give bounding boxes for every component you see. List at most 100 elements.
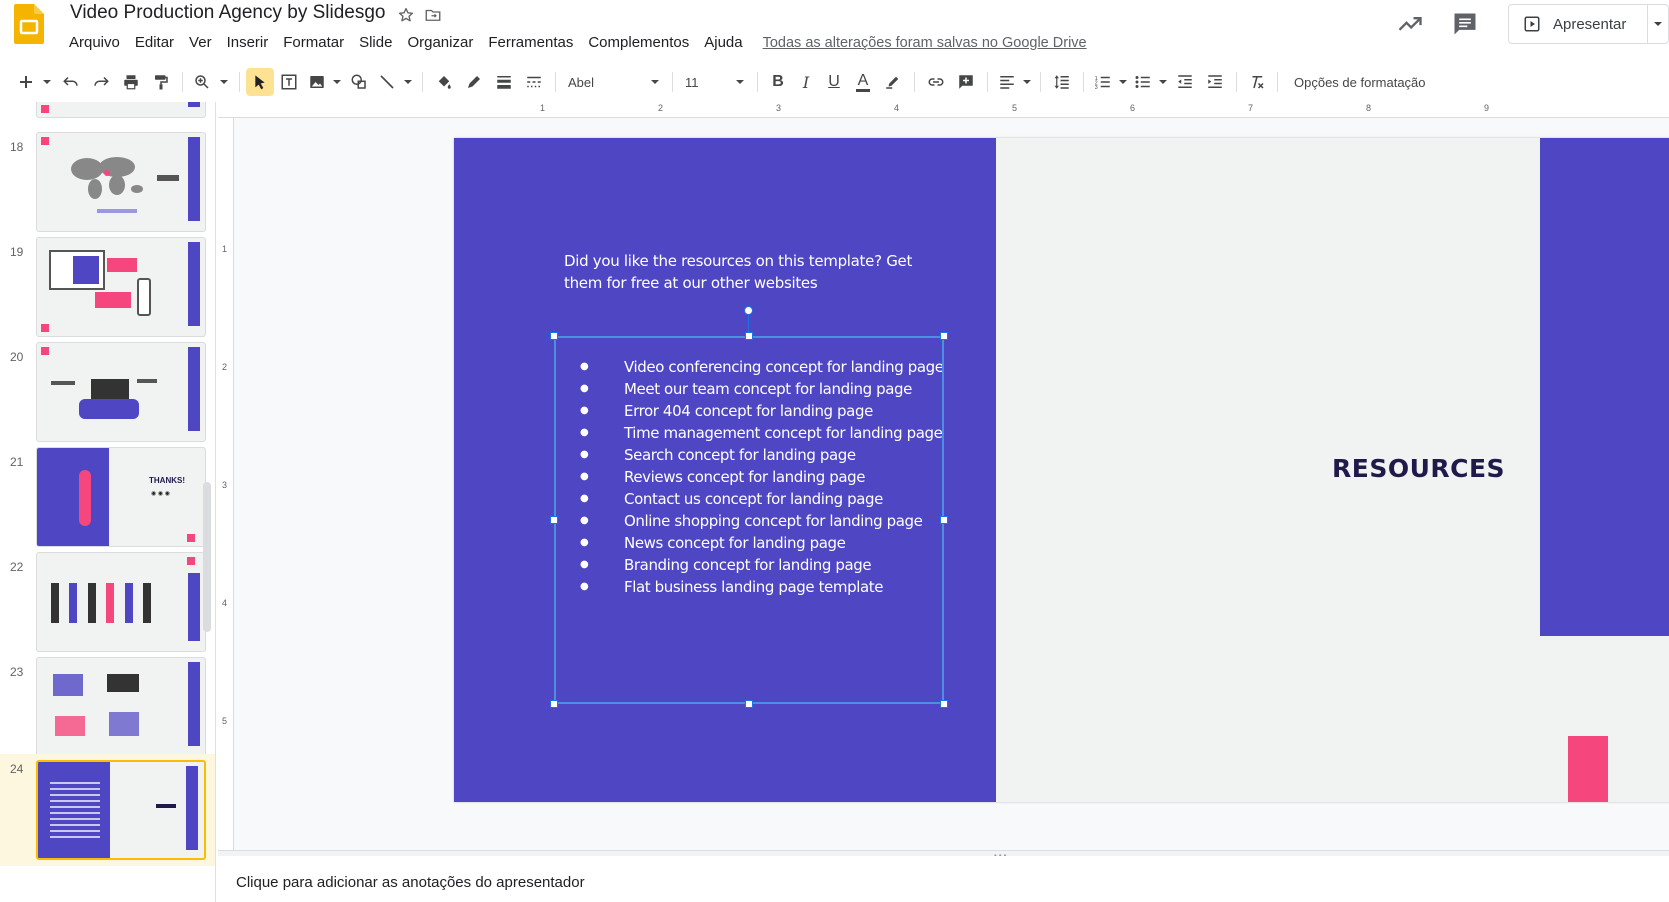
- slide-thumbnail-20[interactable]: 20: [0, 342, 215, 454]
- slides-logo-icon[interactable]: [14, 4, 44, 44]
- fill-color-icon[interactable]: [429, 68, 459, 96]
- star-icon[interactable]: [397, 6, 415, 24]
- document-title[interactable]: Video Production Agency by Slidesgo: [70, 2, 385, 24]
- slide-thumbnail-18[interactable]: 18: [0, 132, 215, 244]
- font-family-select[interactable]: Abel: [562, 68, 666, 96]
- filmstrip-scrollbar[interactable]: [203, 482, 211, 632]
- menu-ver[interactable]: Ver: [182, 32, 220, 56]
- slide-number: 23: [10, 665, 24, 679]
- numbered-list-chevron-down-icon[interactable]: [1116, 68, 1130, 96]
- menu-slide[interactable]: Slide: [352, 32, 400, 56]
- slides-editor: Video Production Agency by Slidesgo Arqu…: [0, 0, 1669, 902]
- ruler-label: 6: [1130, 103, 1136, 113]
- menu-organizar[interactable]: Organizar: [400, 32, 481, 56]
- add-comment-icon[interactable]: [951, 68, 981, 96]
- menu-ferramentas[interactable]: Ferramentas: [481, 32, 581, 56]
- underline-icon[interactable]: U: [820, 68, 848, 96]
- menu-inserir[interactable]: Inserir: [220, 32, 277, 56]
- image-chevron-down-icon[interactable]: [330, 68, 344, 96]
- menu-formatar[interactable]: Formatar: [276, 32, 352, 56]
- resize-handle-right[interactable]: [940, 516, 948, 524]
- save-status-link[interactable]: Todas as alterações foram salvas no Goog…: [763, 32, 1087, 56]
- line-icon[interactable]: [374, 68, 400, 96]
- font-size-select[interactable]: 11: [679, 68, 751, 96]
- toolbar-separator: [757, 72, 758, 92]
- menu-complementos[interactable]: Complementos: [581, 32, 697, 56]
- resize-handle-bottom-left[interactable]: [550, 700, 558, 708]
- ruler-label: 2: [658, 103, 664, 113]
- image-icon[interactable]: [304, 68, 330, 96]
- resize-handle-top-right[interactable]: [940, 332, 948, 340]
- font-size-value: 11: [685, 74, 699, 90]
- border-weight-icon[interactable]: [489, 68, 519, 96]
- slide-title[interactable]: RESOURCES: [1332, 454, 1505, 483]
- print-icon[interactable]: [116, 68, 146, 96]
- text-color-icon[interactable]: A: [848, 68, 878, 96]
- slide-thumbnail-17-partial[interactable]: [0, 102, 215, 130]
- slide-thumbnail-23[interactable]: 23: [0, 657, 215, 769]
- ruler-label: 3: [222, 480, 228, 490]
- align-left-icon[interactable]: [994, 68, 1020, 96]
- paint-format-icon[interactable]: [146, 68, 176, 96]
- zoom-icon[interactable]: [189, 68, 215, 96]
- text-box-icon[interactable]: [274, 68, 304, 96]
- menu-ajuda[interactable]: Ajuda: [697, 32, 750, 56]
- selection-box[interactable]: [554, 336, 944, 704]
- menu-editar[interactable]: Editar: [128, 32, 182, 56]
- bold-icon[interactable]: B: [764, 68, 792, 96]
- thumb-pink-box: [107, 258, 137, 272]
- speaker-notes-panel[interactable]: Clique para adicionar as anotações do ap…: [218, 856, 1669, 902]
- resize-handle-top[interactable]: [745, 332, 753, 340]
- resize-handle-bottom-right[interactable]: [940, 700, 948, 708]
- border-dash-icon[interactable]: [519, 68, 549, 96]
- slide-thumbnail-19[interactable]: 19: [0, 237, 215, 349]
- thumb-text-line: [157, 175, 179, 181]
- activity-trend-icon[interactable]: [1396, 10, 1424, 38]
- zoom-chevron-down-icon[interactable]: [215, 68, 233, 96]
- present-button[interactable]: Apresentar: [1508, 4, 1648, 44]
- new-slide-plus-icon[interactable]: [14, 68, 38, 96]
- slide-thumbnail-image: [36, 657, 206, 757]
- toolbar-separator: [1277, 72, 1278, 92]
- clear-formatting-icon[interactable]: [1243, 68, 1271, 96]
- align-chevron-down-icon[interactable]: [1020, 68, 1034, 96]
- comments-icon[interactable]: [1451, 10, 1479, 38]
- line-spacing-icon[interactable]: [1047, 68, 1077, 96]
- editor-canvas: 1 2 3 4 5 6 7 8 9 1 2 3 4 5 Did you like…: [218, 102, 1669, 850]
- resize-handle-bottom[interactable]: [745, 700, 753, 708]
- bulleted-list-chevron-down-icon[interactable]: [1156, 68, 1170, 96]
- svg-text:3: 3: [1095, 85, 1098, 91]
- slide-thumbnail-21[interactable]: 21 THANKS! ◉ ◉ ◉: [0, 447, 215, 559]
- format-options-button[interactable]: Opções de formatação: [1294, 75, 1426, 90]
- line-chevron-down-icon[interactable]: [400, 68, 416, 96]
- resize-handle-left[interactable]: [550, 516, 558, 524]
- resize-handle-top-left[interactable]: [550, 332, 558, 340]
- select-cursor-icon[interactable]: [246, 68, 274, 96]
- insert-link-icon[interactable]: [921, 68, 951, 96]
- vertical-ruler[interactable]: 1 2 3 4 5: [218, 118, 234, 850]
- highlight-color-icon[interactable]: [878, 68, 908, 96]
- bulleted-list-icon[interactable]: [1130, 68, 1156, 96]
- rotate-handle[interactable]: [744, 306, 753, 315]
- folder-move-icon[interactable]: [424, 6, 442, 24]
- thumb-illustration: [55, 716, 85, 736]
- border-color-icon[interactable]: [459, 68, 489, 96]
- speaker-notes-placeholder[interactable]: Clique para adicionar as anotações do ap…: [236, 874, 585, 891]
- redo-icon[interactable]: [86, 68, 116, 96]
- undo-icon[interactable]: [56, 68, 86, 96]
- shape-icon[interactable]: [344, 68, 374, 96]
- slide-canvas[interactable]: Did you like the resources on this templ…: [454, 138, 1669, 802]
- present-options-chevron-down-icon[interactable]: [1647, 4, 1669, 44]
- numbered-list-icon[interactable]: 123: [1090, 68, 1116, 96]
- slide-thumbnail-24[interactable]: 24: [0, 754, 215, 866]
- italic-icon[interactable]: I: [792, 68, 820, 96]
- slide-intro-text[interactable]: Did you like the resources on this templ…: [564, 250, 944, 294]
- slide-thumbnail-22[interactable]: 22: [0, 552, 215, 664]
- thumb-legend: [97, 209, 137, 213]
- new-slide-layout-chevron-down-icon[interactable]: [38, 68, 56, 96]
- decrease-indent-icon[interactable]: [1170, 68, 1200, 96]
- horizontal-ruler[interactable]: 1 2 3 4 5 6 7 8 9: [218, 102, 1669, 118]
- increase-indent-icon[interactable]: [1200, 68, 1230, 96]
- ruler-label: 1: [222, 244, 228, 254]
- menu-arquivo[interactable]: Arquivo: [62, 32, 128, 56]
